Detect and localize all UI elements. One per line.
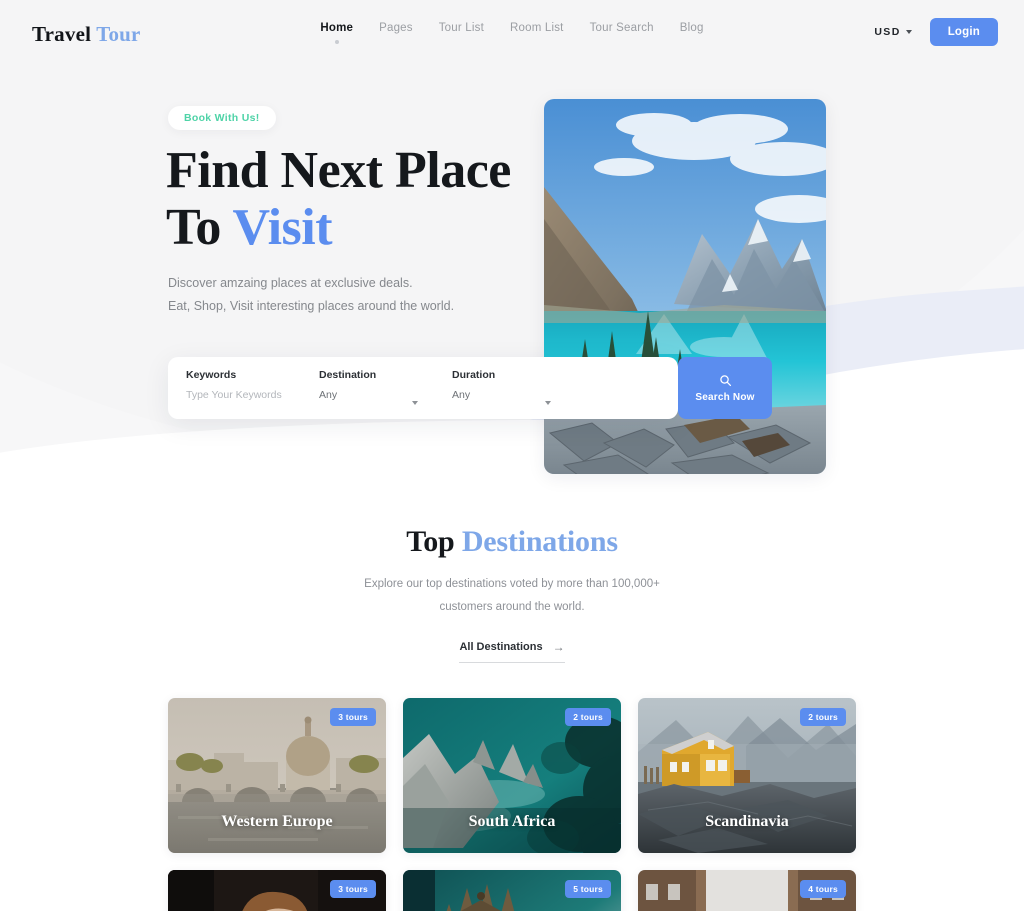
keywords-label: Keywords [186, 369, 237, 381]
currency-selector[interactable]: USD [874, 26, 912, 38]
nav-item-tour-search[interactable]: Tour Search [590, 22, 654, 44]
logo-accent-text: Tour [96, 21, 141, 46]
card-badge-tours: 2 tours [800, 708, 846, 726]
section-title-accent: Destinations [461, 525, 618, 558]
destination-card-row2-2[interactable]: 5 tours [403, 870, 621, 911]
chevron-down-icon [545, 401, 551, 405]
hero-subtitle-line2: Eat, Shop, Visit interesting places arou… [168, 299, 455, 314]
chevron-down-icon [412, 401, 418, 405]
nav-item-pages[interactable]: Pages [379, 22, 413, 44]
currency-label: USD [874, 26, 901, 38]
card-badge-tours: 5 tours [565, 880, 611, 898]
section-title-plain: Top [406, 525, 462, 558]
nav-item-room-list[interactable]: Room List [510, 22, 564, 44]
card-badge-tours: 3 tours [330, 880, 376, 898]
duration-field[interactable]: Duration Any [434, 357, 567, 419]
destination-label: Destination [319, 369, 377, 381]
destination-select-value[interactable]: Any [319, 389, 420, 401]
hero-title: Find Next Place To Visit [166, 142, 511, 256]
destination-card-scandinavia[interactable]: 2 tours Scandinavia [638, 698, 856, 853]
nav-item-blog[interactable]: Blog [680, 22, 704, 44]
search-icon [719, 374, 731, 386]
header-actions: USD Login [874, 18, 998, 46]
hero-title-line2-plain: To [166, 199, 233, 257]
destination-card-western-europe[interactable]: 3 tours Western Europe [168, 698, 386, 853]
arrow-right-icon: → [552, 640, 565, 654]
section-subtitle-line2: customers around the world. [439, 601, 585, 613]
search-now-button[interactable]: Search Now [678, 357, 772, 419]
card-title: Western Europe [221, 813, 333, 830]
chevron-down-icon [905, 30, 912, 34]
all-destinations-wrap: All Destinations → [0, 641, 1024, 663]
duration-select-value[interactable]: Any [452, 389, 553, 401]
card-badge-tours: 2 tours [565, 708, 611, 726]
section-title: Top Destinations [0, 525, 1024, 559]
tour-search-form: Keywords Type Your Keywords Destination … [168, 357, 772, 419]
main-navigation: Home Pages Tour List Room List Tour Sear… [0, 22, 1024, 44]
destination-card-south-africa[interactable]: 2 tours South Africa [403, 698, 621, 853]
search-now-label: Search Now [695, 391, 755, 403]
top-destinations-section: Top Destinations Explore our top destina… [0, 500, 1024, 663]
card-badge-tours: 4 tours [800, 880, 846, 898]
logo-primary-text: Travel [32, 21, 92, 46]
keywords-input[interactable]: Type Your Keywords [186, 389, 287, 401]
destination-card-row2-3[interactable]: 4 tours [638, 870, 856, 911]
destination-card-row2-1[interactable]: 3 tours [168, 870, 386, 911]
hero-subtitle-line1: Discover amzaing places at exclusive dea… [168, 276, 413, 290]
login-button[interactable]: Login [929, 18, 998, 46]
destination-card-grid: 3 tours Western Europe 2 tours South Afr… [168, 698, 856, 911]
hero-badge: Book With Us! [168, 106, 276, 130]
section-subtitle-line1: Explore our top destinations voted by mo… [364, 578, 660, 590]
card-title: South Africa [468, 813, 556, 830]
destination-field[interactable]: Destination Any [301, 357, 434, 419]
duration-label: Duration [452, 369, 496, 381]
nav-item-home[interactable]: Home [320, 22, 353, 44]
keywords-field[interactable]: Keywords Type Your Keywords [168, 357, 301, 419]
hero-title-line2-accent: Visit [232, 199, 333, 257]
site-header: Travel Tour Home Pages Tour List Room Li… [0, 0, 1024, 68]
hero-section: Book With Us! Find Next Place To Visit D… [0, 0, 1024, 500]
site-logo[interactable]: Travel Tour [32, 22, 141, 47]
card-title: Scandinavia [705, 813, 789, 830]
all-destinations-link[interactable]: All Destinations → [459, 640, 565, 663]
hero-title-line1: Find Next Place [166, 142, 511, 199]
all-destinations-label: All Destinations [459, 641, 543, 653]
nav-item-tour-list[interactable]: Tour List [439, 22, 484, 44]
hero-subtitle: Discover amzaing places at exclusive dea… [168, 272, 454, 318]
page-root: Travel Tour Home Pages Tour List Room Li… [0, 0, 1024, 911]
card-badge-tours: 3 tours [330, 708, 376, 726]
section-subtitle: Explore our top destinations voted by mo… [0, 573, 1024, 619]
